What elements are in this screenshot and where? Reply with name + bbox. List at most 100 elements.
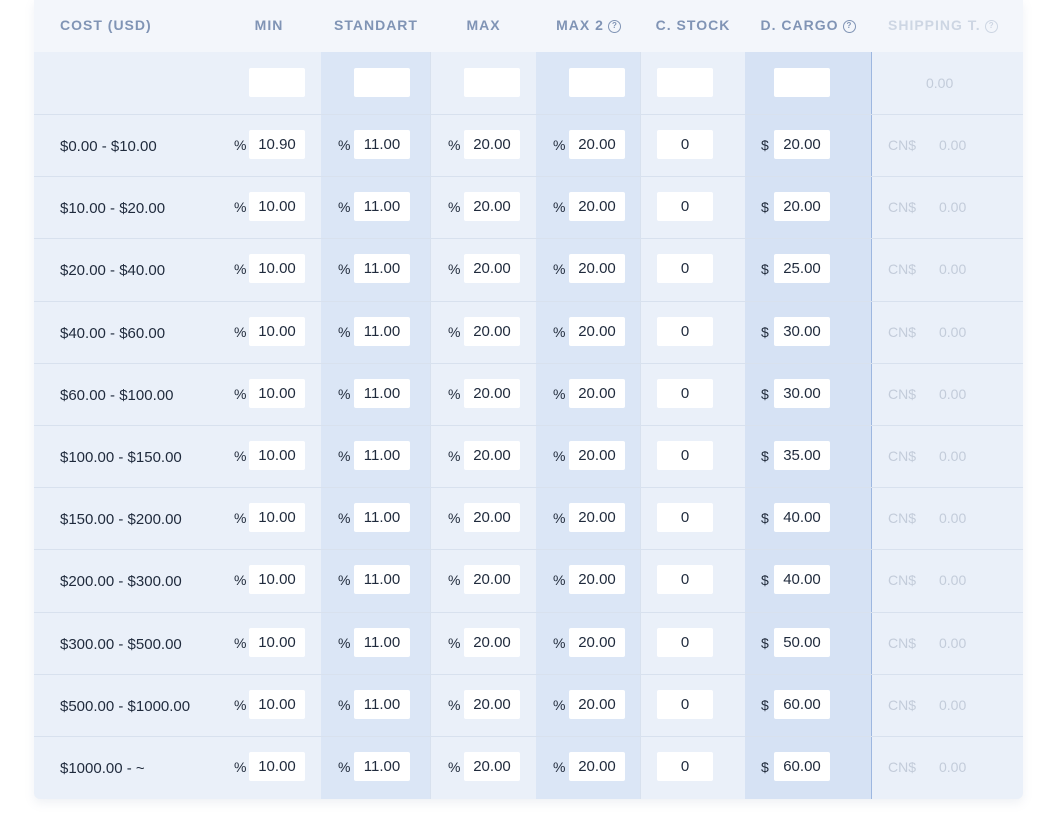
c-stock-input[interactable]: [657, 752, 713, 781]
table-row: $150.00 - $200.00%%%% $ CN$ 0.00: [34, 487, 1023, 549]
min-input[interactable]: [249, 752, 305, 781]
max-input[interactable]: [464, 192, 520, 221]
percent-symbol: %: [448, 137, 461, 153]
d-cargo-input[interactable]: [774, 317, 830, 346]
table-header: COST (USD) MIN STANDART MAX MAX 2? C. ST…: [34, 0, 1023, 52]
shipping-value: 0.00: [939, 324, 967, 340]
shipping-value: 0.00: [939, 759, 967, 775]
dollar-symbol: $: [761, 386, 769, 402]
bulk-max-input[interactable]: [464, 68, 520, 97]
max-input[interactable]: [464, 379, 520, 408]
min-input[interactable]: [249, 628, 305, 657]
d-cargo-input[interactable]: [774, 192, 830, 221]
max-input[interactable]: [464, 441, 520, 470]
bulk-d-cargo-input[interactable]: [774, 68, 830, 97]
c-stock-input[interactable]: [657, 503, 713, 532]
c-stock-input[interactable]: [657, 690, 713, 719]
standart-input[interactable]: [354, 565, 410, 594]
percent-symbol: %: [234, 386, 247, 402]
percent-symbol: %: [234, 324, 247, 340]
max2-input[interactable]: [569, 317, 625, 346]
c-stock-input[interactable]: [657, 254, 713, 283]
percent-symbol: %: [448, 386, 461, 402]
d-cargo-input[interactable]: [774, 441, 830, 470]
percent-symbol: %: [553, 697, 566, 713]
percent-symbol: %: [234, 510, 247, 526]
standart-input[interactable]: [354, 254, 410, 283]
table-row: $0.00 - $10.00%%%% $ CN$ 0.00: [34, 114, 1023, 176]
bulk-max2-input[interactable]: [569, 68, 625, 97]
c-stock-input[interactable]: [657, 379, 713, 408]
percent-symbol: %: [448, 199, 461, 215]
help-icon[interactable]: ?: [607, 20, 621, 33]
standart-input[interactable]: [354, 317, 410, 346]
bulk-edit-row: 0.00: [34, 52, 1023, 114]
standart-input[interactable]: [354, 752, 410, 781]
standart-input[interactable]: [354, 441, 410, 470]
max2-input[interactable]: [569, 379, 625, 408]
d-cargo-input[interactable]: [774, 379, 830, 408]
d-cargo-input[interactable]: [774, 254, 830, 283]
max2-input[interactable]: [569, 441, 625, 470]
c-stock-input[interactable]: [657, 565, 713, 594]
bulk-standart-input[interactable]: [354, 68, 410, 97]
bulk-c-stock-input[interactable]: [657, 68, 713, 97]
dollar-symbol: $: [761, 635, 769, 651]
min-input[interactable]: [249, 690, 305, 719]
min-input[interactable]: [249, 130, 305, 159]
min-input[interactable]: [249, 379, 305, 408]
bulk-min-input[interactable]: [249, 68, 305, 97]
max2-input[interactable]: [569, 565, 625, 594]
max2-input[interactable]: [569, 192, 625, 221]
cn-currency-label: CN$: [888, 137, 917, 153]
standart-input[interactable]: [354, 690, 410, 719]
max2-input[interactable]: [569, 130, 625, 159]
max-input[interactable]: [464, 752, 520, 781]
c-stock-input[interactable]: [657, 317, 713, 346]
max2-input[interactable]: [569, 503, 625, 532]
standart-input[interactable]: [354, 503, 410, 532]
cost-range-label: $60.00 - $100.00: [60, 387, 174, 404]
max-input[interactable]: [464, 690, 520, 719]
table-row: $10.00 - $20.00%%%% $ CN$ 0.00: [34, 176, 1023, 238]
c-stock-input[interactable]: [657, 130, 713, 159]
shipping-value: 0.00: [939, 448, 967, 464]
cn-currency-label: CN$: [888, 199, 917, 215]
pricing-table: COST (USD) MIN STANDART MAX MAX 2? C. ST…: [34, 0, 1023, 799]
min-input[interactable]: [249, 317, 305, 346]
min-input[interactable]: [249, 254, 305, 283]
standart-input[interactable]: [354, 379, 410, 408]
percent-symbol: %: [338, 572, 351, 588]
max-input[interactable]: [464, 254, 520, 283]
max-input[interactable]: [464, 503, 520, 532]
min-input[interactable]: [249, 565, 305, 594]
min-input[interactable]: [249, 192, 305, 221]
d-cargo-input[interactable]: [774, 565, 830, 594]
min-input[interactable]: [249, 503, 305, 532]
max2-input[interactable]: [569, 752, 625, 781]
max-input[interactable]: [464, 130, 520, 159]
max2-input[interactable]: [569, 690, 625, 719]
d-cargo-input[interactable]: [774, 503, 830, 532]
percent-symbol: %: [338, 448, 351, 464]
standart-input[interactable]: [354, 192, 410, 221]
standart-input[interactable]: [354, 628, 410, 657]
d-cargo-input[interactable]: [774, 628, 830, 657]
max-input[interactable]: [464, 317, 520, 346]
max-input[interactable]: [464, 628, 520, 657]
cn-currency-label: CN$: [888, 510, 917, 526]
max-input[interactable]: [464, 565, 520, 594]
d-cargo-input[interactable]: [774, 690, 830, 719]
help-icon[interactable]: ?: [984, 20, 998, 33]
d-cargo-input[interactable]: [774, 130, 830, 159]
help-icon[interactable]: ?: [842, 20, 856, 33]
min-input[interactable]: [249, 441, 305, 470]
dollar-symbol: $: [761, 448, 769, 464]
c-stock-input[interactable]: [657, 441, 713, 470]
max2-input[interactable]: [569, 254, 625, 283]
c-stock-input[interactable]: [657, 192, 713, 221]
max2-input[interactable]: [569, 628, 625, 657]
standart-input[interactable]: [354, 130, 410, 159]
c-stock-input[interactable]: [657, 628, 713, 657]
d-cargo-input[interactable]: [774, 752, 830, 781]
